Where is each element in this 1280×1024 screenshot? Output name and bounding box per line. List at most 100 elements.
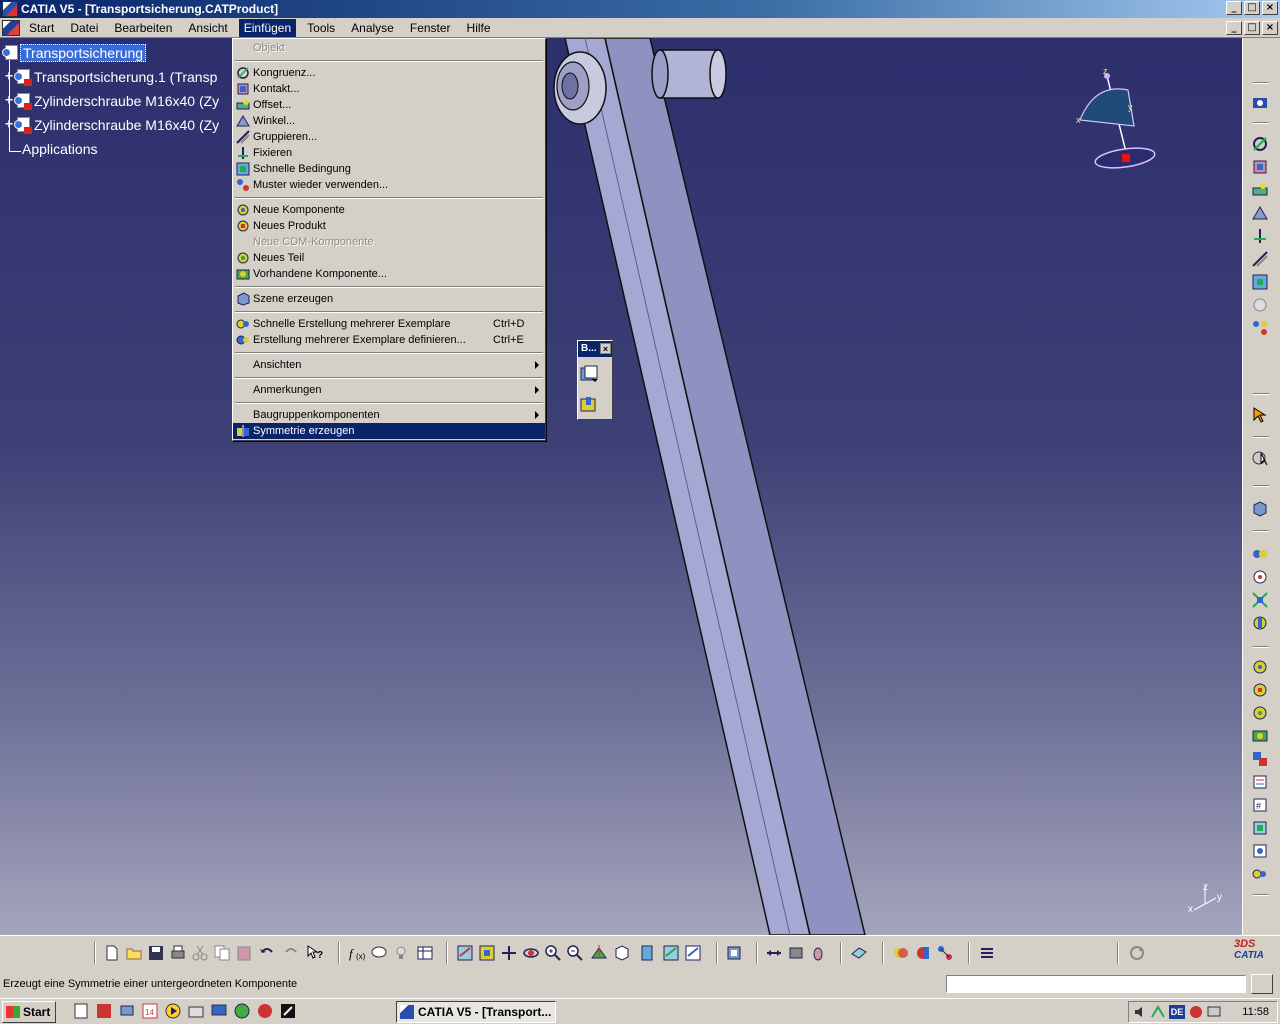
quicklaunch-explorer-icon[interactable] <box>188 1003 204 1019</box>
antivirus-icon[interactable] <box>1189 1005 1203 1019</box>
quicklaunch-calendar-icon[interactable]: 14 <box>142 1003 158 1019</box>
menu-hilfe[interactable]: Hilfe <box>462 19 496 37</box>
contact-constraint-icon[interactable] <box>1251 158 1269 176</box>
menu-item-winkel[interactable]: Winkel... <box>233 113 545 129</box>
measure-inertia-icon[interactable] <box>809 944 827 962</box>
tree-item-zylinderschraube-2[interactable]: + Zylinderschraube M16x40 (Zy <box>4 115 221 135</box>
menu-item-symmetrie[interactable]: Symmetrie erzeugen <box>233 423 545 439</box>
expand-icon[interactable]: + <box>4 118 14 131</box>
language-indicator[interactable]: DE <box>1169 1005 1185 1019</box>
taskbar-catia-button[interactable]: CATIA V5 - [Transport... <box>396 1001 556 1023</box>
new-component-button[interactable] <box>578 394 600 416</box>
swap-visible-space-icon[interactable] <box>684 944 702 962</box>
menu-bearbeiten[interactable]: Bearbeiten <box>109 19 177 37</box>
shading-icon[interactable] <box>638 944 656 962</box>
quicklaunch-desktop-icon[interactable] <box>211 1003 227 1019</box>
close-button[interactable]: × <box>1262 1 1278 15</box>
distance-analysis-icon[interactable] <box>936 944 954 962</box>
copy-icon[interactable] <box>213 944 231 962</box>
menu-item-kongruenz[interactable]: Kongruenz... <box>233 65 545 81</box>
floating-toolbar-title[interactable]: B... × <box>578 341 612 357</box>
undo-icon[interactable] <box>258 944 276 962</box>
close-icon[interactable]: × <box>600 343 611 354</box>
tree-item-applications[interactable]: Applications <box>20 139 100 159</box>
start-button[interactable]: Start <box>2 1001 56 1023</box>
clash-icon[interactable] <box>892 944 910 962</box>
coincidence-constraint-icon[interactable] <box>1251 135 1269 153</box>
tree-root[interactable]: Transportsicherung <box>2 43 147 63</box>
normal-view-icon[interactable] <box>590 944 608 962</box>
open-folder-icon[interactable] <box>125 944 143 962</box>
new-part-icon[interactable] <box>1251 704 1269 722</box>
menu-item-gruppieren[interactable]: Gruppieren... <box>233 129 545 145</box>
measure-item-icon[interactable] <box>787 944 805 962</box>
catalog-browser-icon[interactable] <box>1251 500 1269 518</box>
manage-representations-icon[interactable] <box>1251 842 1269 860</box>
menu-einfuegen[interactable]: Einfügen <box>238 18 297 37</box>
menu-tools[interactable]: Tools <box>302 19 340 37</box>
save-icon[interactable] <box>147 944 165 962</box>
tree-item-label[interactable]: Zylinderschraube M16x40 (Zy <box>32 93 221 109</box>
menu-item-ansichten[interactable]: Ansichten <box>233 357 545 373</box>
menu-item-neue-komponente[interactable]: Neue Komponente <box>233 202 545 218</box>
cut-icon[interactable] <box>191 944 209 962</box>
quicklaunch-media-icon[interactable] <box>165 1003 181 1019</box>
existing-component-icon[interactable] <box>1251 727 1269 745</box>
reuse-pattern-icon[interactable] <box>1251 319 1269 337</box>
angle-constraint-icon[interactable] <box>1251 204 1269 222</box>
menu-item-anmerkungen[interactable]: Anmerkungen <box>233 382 545 398</box>
fix-together-icon[interactable] <box>1251 250 1269 268</box>
menu-datei[interactable]: Datei <box>65 19 103 37</box>
maximize-button[interactable]: □ <box>1244 1 1260 15</box>
measure-between-icon[interactable] <box>765 944 783 962</box>
tree-root-label[interactable]: Transportsicherung <box>20 44 147 62</box>
quicklaunch-app-icon[interactable] <box>257 1003 273 1019</box>
product-structure-icon[interactable] <box>1251 94 1269 112</box>
fly-mode-icon[interactable] <box>456 944 474 962</box>
expand-icon[interactable]: + <box>4 70 14 83</box>
menu-item-schnelle-erstellung[interactable]: Schnelle Erstellung mehrerer Exemplare Ct… <box>233 316 545 332</box>
part-geometry[interactable]: z x y x z y <box>0 38 1242 935</box>
menu-item-schnelle-bedingung[interactable]: Schnelle Bedingung <box>233 161 545 177</box>
graph-tree-reordering-icon[interactable] <box>1251 773 1269 791</box>
offset-constraint-icon[interactable] <box>1251 181 1269 199</box>
manipulation-icon[interactable] <box>1251 545 1269 563</box>
menu-analyse[interactable]: Analyse <box>346 19 399 37</box>
refresh-icon[interactable] <box>1128 944 1146 962</box>
command-input[interactable] <box>946 975 1246 993</box>
quicklaunch-tool-icon[interactable] <box>280 1003 296 1019</box>
menu-item-erstellung-definieren[interactable]: Erstellung mehrerer Exemplare definieren… <box>233 332 545 348</box>
sectioning-icon[interactable] <box>914 944 932 962</box>
selective-load-icon[interactable] <box>1251 819 1269 837</box>
3d-viewport[interactable]: z x y x z y <box>0 38 1242 935</box>
light-icon[interactable] <box>392 944 410 962</box>
menu-ansicht[interactable]: Ansicht <box>183 19 232 37</box>
quicklaunch-notepad-icon[interactable] <box>73 1003 89 1019</box>
display-icon[interactable] <box>1207 1005 1221 1019</box>
menu-item-szene[interactable]: Szene erzeugen <box>233 291 545 307</box>
explode-icon[interactable] <box>1251 591 1269 609</box>
pan-icon[interactable] <box>500 944 518 962</box>
design-mode-icon[interactable] <box>725 944 743 962</box>
document-icon[interactable] <box>2 19 20 36</box>
catalog-icon[interactable] <box>850 944 868 962</box>
menu-item-neues-produkt[interactable]: Neues Produkt <box>233 218 545 234</box>
doc-minimize-button[interactable]: _ <box>1226 21 1242 35</box>
existing-component-button[interactable] <box>578 363 600 385</box>
new-product-icon[interactable] <box>1251 681 1269 699</box>
expand-icon[interactable]: + <box>4 94 14 107</box>
comment-icon[interactable] <box>370 944 388 962</box>
menu-item-muster[interactable]: Muster wieder verwenden... <box>233 177 545 193</box>
formula-icon[interactable]: f (x) <box>348 944 366 962</box>
snap-icon[interactable] <box>1251 568 1269 586</box>
catia-app-icon[interactable] <box>2 1 18 17</box>
floating-toolbar[interactable]: B... × <box>577 340 613 420</box>
tree-item-label[interactable]: Zylinderschraube M16x40 (Zy <box>32 117 221 133</box>
rotate-icon[interactable] <box>522 944 540 962</box>
fix-component-icon[interactable] <box>1251 227 1269 245</box>
generate-numbering-icon[interactable]: # <box>1251 796 1269 814</box>
network-tray-icon[interactable] <box>1151 1005 1165 1019</box>
volume-icon[interactable] <box>1133 1005 1147 1019</box>
doc-restore-button[interactable]: □ <box>1244 21 1260 35</box>
quick-constraint-icon[interactable] <box>1251 273 1269 291</box>
